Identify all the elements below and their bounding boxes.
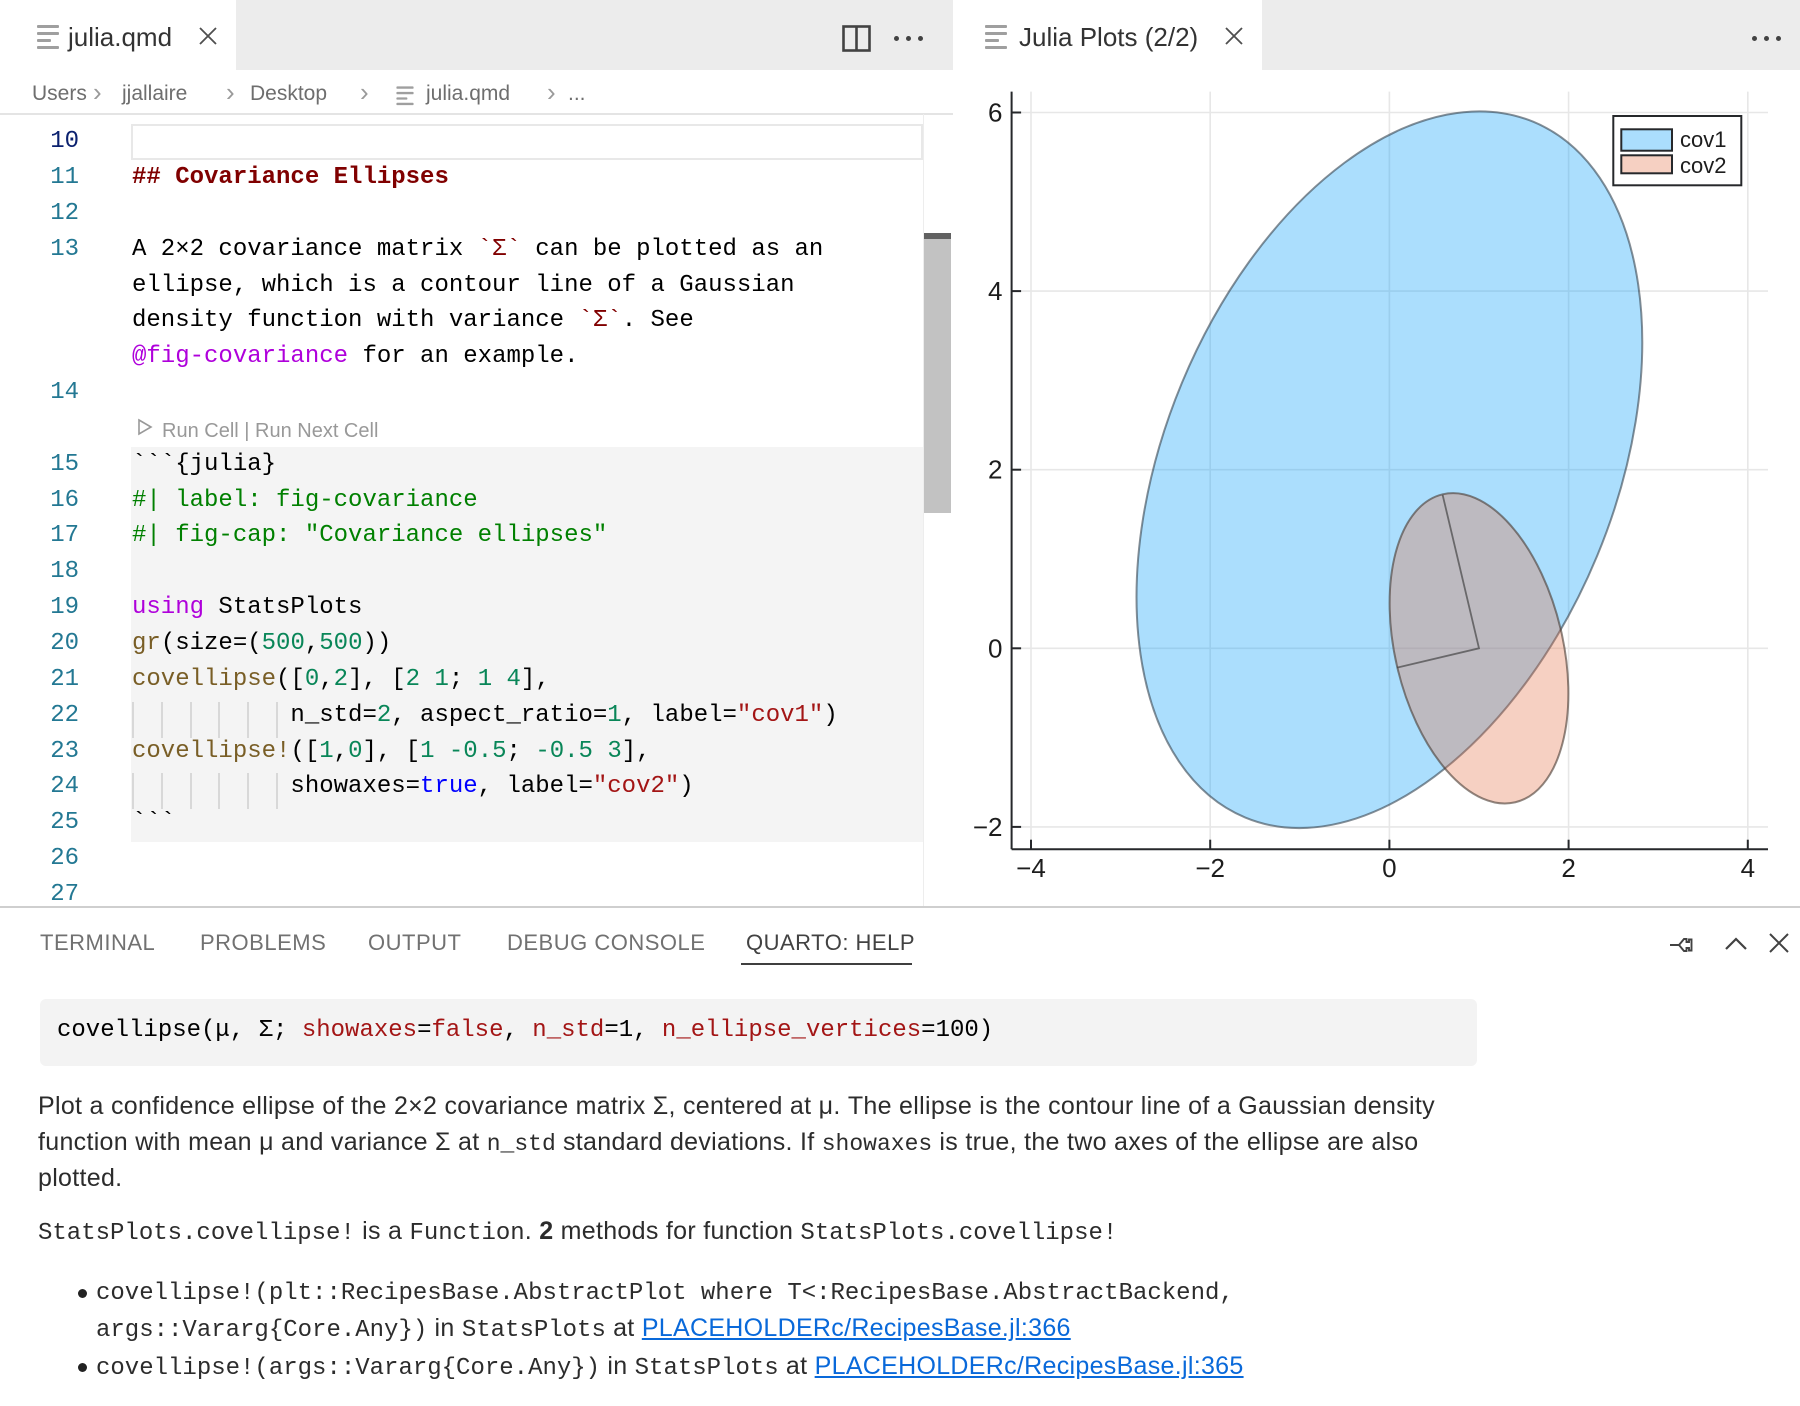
svg-text:−2: −2 (1195, 853, 1225, 883)
svg-text:−2: −2 (973, 812, 1003, 842)
svg-text:6: 6 (988, 98, 1002, 128)
svg-text:2: 2 (1561, 853, 1575, 883)
svg-text:cov1: cov1 (1680, 127, 1726, 152)
svg-text:4: 4 (988, 276, 1002, 306)
svg-text:4: 4 (1741, 853, 1755, 883)
svg-text:cov2: cov2 (1680, 153, 1726, 178)
svg-text:0: 0 (1382, 853, 1396, 883)
svg-text:0: 0 (988, 633, 1002, 663)
svg-text:−4: −4 (1016, 853, 1046, 883)
svg-text:2: 2 (988, 455, 1002, 485)
